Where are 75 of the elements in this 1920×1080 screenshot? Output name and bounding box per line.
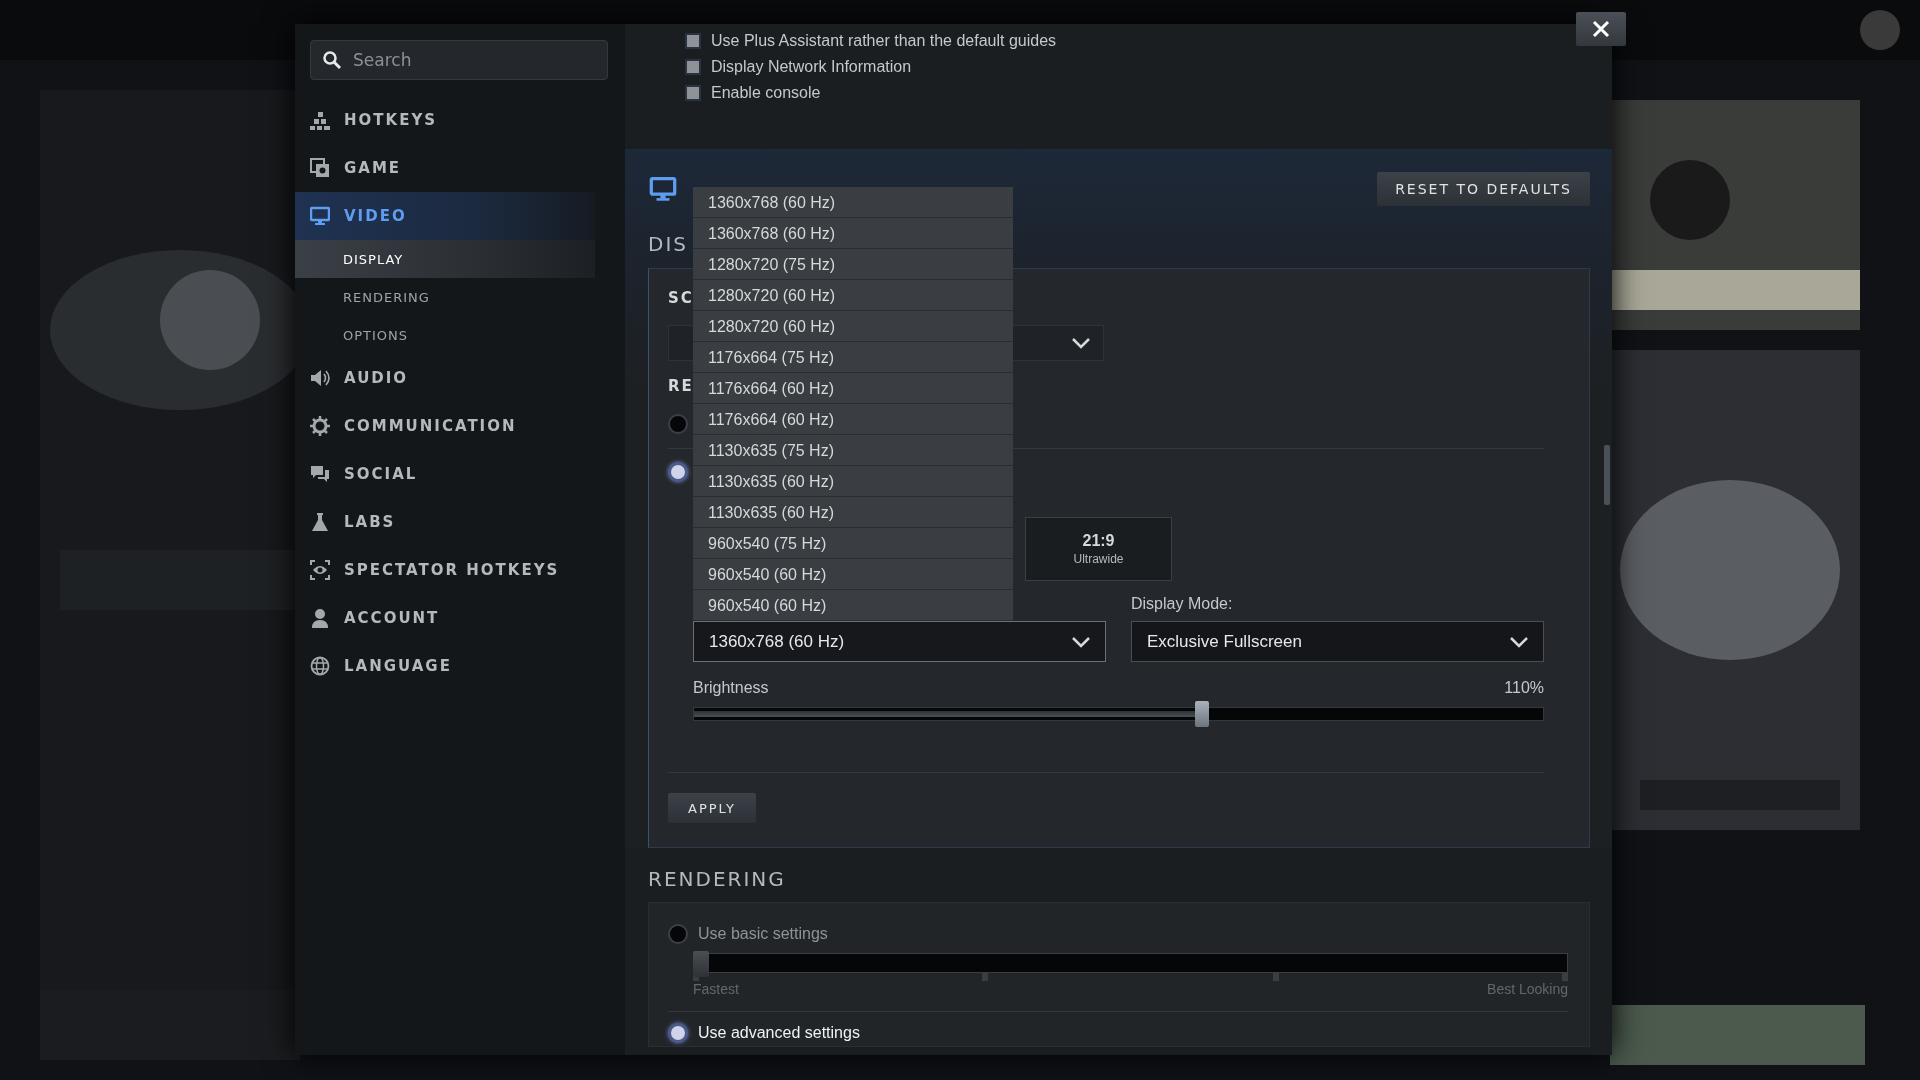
nav-icon <box>310 110 330 130</box>
slider-value: 110% <box>1504 679 1544 698</box>
radio-label: Use advanced settings <box>698 1024 860 1042</box>
nav-item[interactable]: SOCIAL <box>295 450 595 498</box>
nav-item[interactable]: HOTKEYS <box>295 96 595 144</box>
dropdown-option[interactable]: 1176x664 (75 Hz) <box>693 342 1013 373</box>
nav-item[interactable]: VIDEO <box>295 192 595 240</box>
nav-item[interactable]: COMMUNICATION <box>295 402 595 450</box>
close-icon <box>1592 20 1610 38</box>
chevron-icon <box>1071 635 1091 648</box>
dropdown-option[interactable]: 1130x635 (75 Hz) <box>693 435 1013 466</box>
nav-icon <box>310 512 330 532</box>
nav-item[interactable]: ACCOUNT <box>295 594 595 642</box>
section-heading: DIS <box>648 231 688 257</box>
option-label: Use Plus Assistant rather than the default guides <box>711 32 1057 50</box>
radio-label: Use basic settings <box>698 925 828 943</box>
group-label: RE <box>668 377 694 395</box>
slider-min-label: Fastest <box>693 981 739 997</box>
checkbox[interactable] <box>685 85 701 101</box>
dropdown-option[interactable]: 1176x664 (60 Hz) <box>693 373 1013 404</box>
radio-button[interactable] <box>668 414 688 434</box>
nav-item[interactable]: LABS <box>295 498 595 546</box>
checkbox[interactable] <box>685 33 701 49</box>
radio-button[interactable] <box>668 924 688 944</box>
reset-button[interactable]: RESET TO DEFAULTS <box>1377 172 1590 206</box>
dropdown-option[interactable]: 1360x768 (60 Hz) <box>693 218 1013 249</box>
field-label: Display Mode: <box>1131 595 1233 614</box>
apply-button[interactable]: APPLY <box>668 793 757 823</box>
nav-icon <box>310 560 330 580</box>
dropdown-option[interactable]: 1176x664 (60 Hz) <box>693 404 1013 435</box>
nav-icon <box>310 158 330 178</box>
checkbox[interactable] <box>685 59 701 75</box>
dropdown-option[interactable]: 960x540 (60 Hz) <box>693 559 1013 590</box>
dropdown-option[interactable]: 1130x635 (60 Hz) <box>693 466 1013 497</box>
radio-button[interactable] <box>668 462 688 482</box>
slider-thumb[interactable] <box>1195 701 1210 727</box>
dropdown-option[interactable]: 960x540 (75 Hz) <box>693 528 1013 559</box>
search-field[interactable]: Search <box>310 40 608 80</box>
slider-max-label: Best Looking <box>1487 981 1568 997</box>
display-mode-dropdown[interactable]: Exclusive Fullscreen <box>1131 621 1544 662</box>
aspect-ratio-tile[interactable]: 21:9 Ultrawide <box>1025 517 1172 581</box>
scrollbar-thumb[interactable] <box>1604 445 1610 505</box>
nav-item[interactable]: SPECTATOR HOTKEYS <box>295 546 595 594</box>
nav-subitem[interactable]: RENDERING <box>295 278 595 316</box>
search-icon <box>322 50 342 70</box>
slider-label: Brightness <box>693 679 769 698</box>
quality-slider[interactable] <box>693 951 1568 981</box>
nav-icon <box>310 416 330 436</box>
chevron-icon <box>1509 635 1529 648</box>
dropdown-option[interactable]: 1280x720 (75 Hz) <box>693 249 1013 280</box>
dropdown-option[interactable]: 1280x720 (60 Hz) <box>693 311 1013 342</box>
close-button[interactable] <box>1576 12 1626 46</box>
dropdown-option[interactable]: 1130x635 (60 Hz) <box>693 497 1013 528</box>
radio-button[interactable] <box>668 1023 688 1043</box>
nav-item[interactable]: AUDIO <box>295 354 595 402</box>
brightness-slider[interactable] <box>693 701 1544 727</box>
nav-icon <box>310 608 330 628</box>
option-label: Display Network Information <box>711 58 912 76</box>
nav-item[interactable]: GAME <box>295 144 595 192</box>
nav-subitem[interactable]: OPTIONS <box>295 316 595 354</box>
nav-icon <box>310 368 330 388</box>
nav-icon <box>310 206 330 226</box>
chevron-icon <box>1071 337 1091 349</box>
group-label: SC <box>668 289 694 307</box>
nav-icon <box>310 656 330 676</box>
section-heading: RENDERING <box>648 866 786 892</box>
dropdown-option[interactable]: 1360x768 (60 Hz) <box>693 187 1013 218</box>
monitor-icon <box>648 176 678 202</box>
slider-thumb[interactable] <box>693 951 709 977</box>
nav-item[interactable]: LANGUAGE <box>295 642 595 690</box>
nav-icon <box>310 464 330 484</box>
nav-subitem[interactable]: DISPLAY <box>295 240 595 278</box>
dropdown-option[interactable]: 1280x720 (60 Hz) <box>693 280 1013 311</box>
resolution-dropdown[interactable]: 1360x768 (60 Hz) <box>693 621 1106 662</box>
option-label: Enable console <box>711 84 821 102</box>
